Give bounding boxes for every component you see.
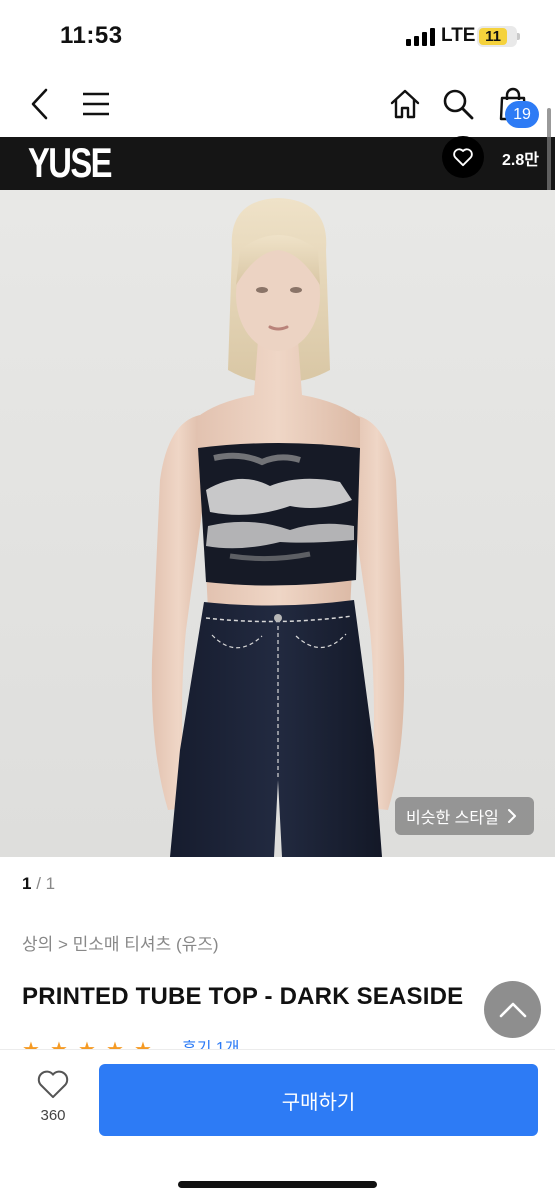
network-label: LTE	[441, 25, 476, 46]
buy-button[interactable]: 구매하기	[99, 1064, 538, 1136]
back-icon[interactable]	[20, 84, 60, 124]
chevron-up-icon	[499, 1002, 526, 1017]
wishlist-count: 360	[40, 1107, 66, 1124]
brand-logo: YUSE	[28, 139, 113, 186]
scroll-to-top-button[interactable]	[484, 981, 541, 1038]
search-icon[interactable]	[438, 84, 478, 124]
wishlist-button[interactable]: 360	[22, 1068, 84, 1134]
status-time: 11:53	[60, 22, 123, 49]
product-title: PRINTED TUBE TOP - DARK SEASIDE	[22, 983, 464, 1010]
product-image[interactable]	[0, 190, 555, 857]
signal-icon	[406, 28, 436, 46]
status-bar: 11:53 LTE 11	[0, 0, 555, 70]
menu-icon[interactable]	[76, 84, 116, 124]
similar-style-label: 비슷한 스타일	[406, 810, 499, 827]
heart-icon	[453, 148, 473, 167]
heart-icon	[37, 1070, 69, 1099]
chevron-right-icon	[507, 809, 516, 823]
product-page: 11:53 LTE 11 19 YUSE 2.8만 비슷한 스타일 1 / 1 …	[0, 0, 555, 1200]
nav-bar	[0, 70, 555, 137]
image-pager: 1 / 1	[22, 874, 55, 894]
category-breadcrumb[interactable]: 상의 > 민소매 티셔츠 (유즈)	[22, 930, 219, 955]
home-indicator	[178, 1181, 377, 1188]
pager-total: / 1	[31, 874, 56, 893]
brand-like-count: 2.8만	[502, 152, 539, 169]
cart-count-badge: 19	[505, 101, 539, 128]
battery-icon: 11	[477, 26, 520, 47]
brand-like-button[interactable]	[442, 136, 484, 178]
home-icon[interactable]	[385, 84, 425, 124]
similar-style-button[interactable]: 비슷한 스타일	[395, 797, 534, 835]
battery-level: 11	[479, 28, 507, 45]
